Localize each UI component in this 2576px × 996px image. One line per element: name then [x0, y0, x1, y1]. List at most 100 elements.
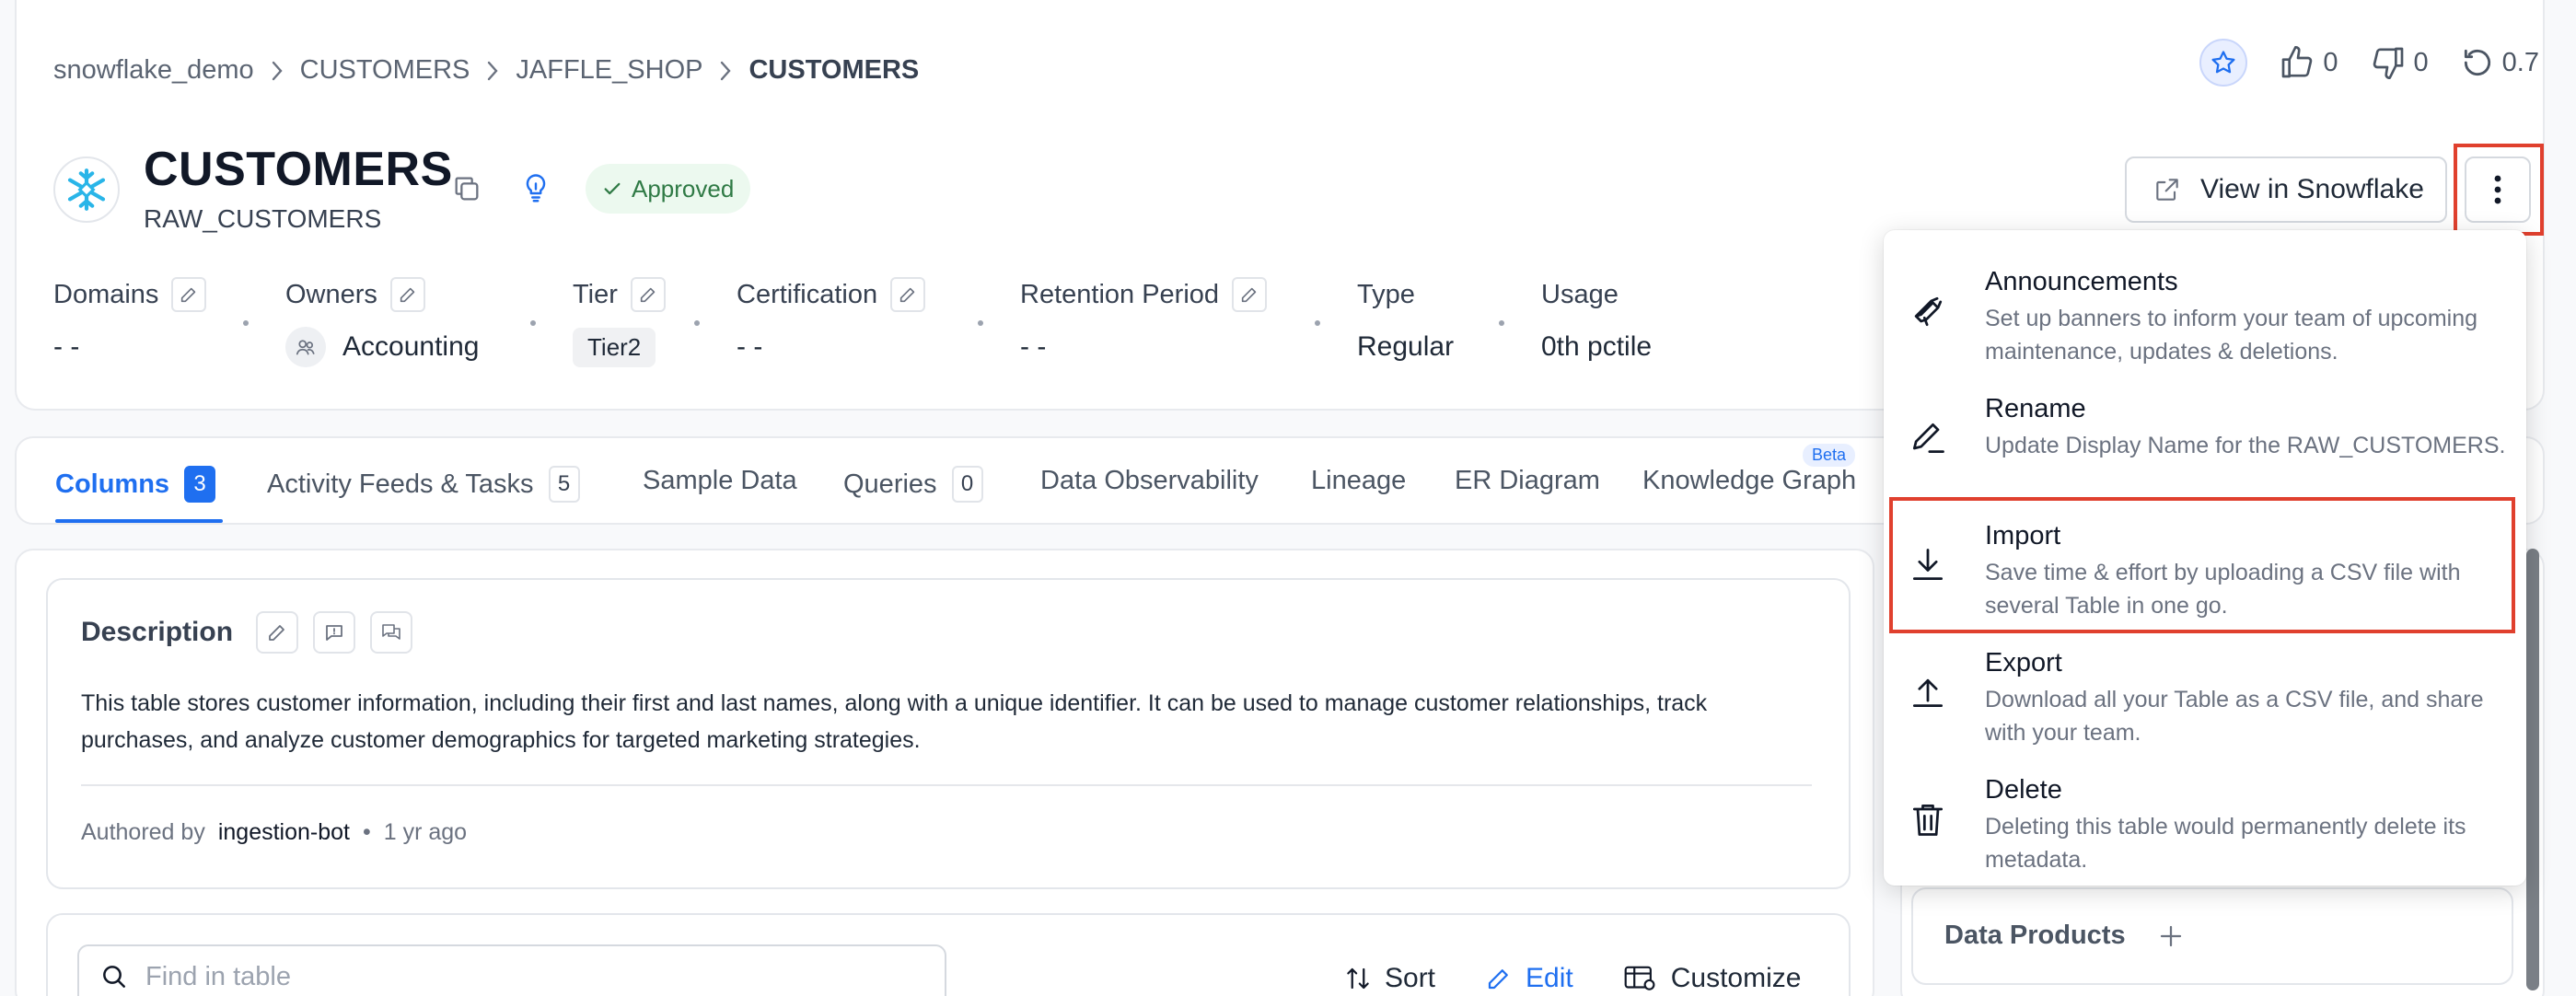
- authored-time: 1 yr ago: [383, 819, 468, 845]
- tab-activity-feeds[interactable]: Activity Feeds & Tasks 5: [267, 466, 580, 503]
- edit-tier-button[interactable]: [630, 277, 666, 312]
- tab-knowledge-graph[interactable]: Knowledge Graph: [1642, 466, 1856, 496]
- tab-lineage[interactable]: Lineage: [1311, 466, 1406, 496]
- tab-label: Activity Feeds & Tasks: [267, 469, 534, 499]
- menu-item-announcements[interactable]: Announcements Set up banners to inform y…: [1884, 241, 2526, 366]
- menu-title: Rename: [1985, 394, 2086, 423]
- entity-properties: Domains - - Owners Accounting Tier Tier2…: [53, 276, 1725, 368]
- edit-description-button[interactable]: [256, 611, 298, 654]
- property-label: Certification: [737, 279, 878, 309]
- menu-item-export[interactable]: Export Download all your Table as a CSV …: [1884, 622, 2526, 747]
- tab-count: 5: [548, 466, 580, 503]
- tab-label: Sample Data: [643, 466, 797, 495]
- property-owners: Owners Accounting: [285, 276, 530, 368]
- request-description-button[interactable]: [313, 611, 355, 654]
- version-number: 0.7: [2501, 47, 2539, 77]
- property-certification: Certification - -: [737, 276, 978, 368]
- data-products-title: Data Products: [1944, 921, 2126, 950]
- tab-label: Lineage: [1311, 466, 1407, 495]
- customize-button[interactable]: Customize: [1623, 963, 1801, 994]
- pencil-icon: [1488, 969, 1508, 990]
- view-in-snowflake-button[interactable]: View in Snowflake: [2125, 156, 2447, 223]
- dislike-button[interactable]: 0: [2370, 44, 2429, 81]
- property-label: Owners: [285, 279, 377, 309]
- like-count: 0: [2323, 47, 2338, 77]
- tab-label: Knowledge Graph: [1642, 466, 1857, 495]
- pencil-icon: [269, 625, 284, 641]
- search-icon: [103, 966, 125, 988]
- separator-dot: [1315, 320, 1320, 326]
- menu-title: Delete: [1985, 775, 2062, 805]
- data-products-header: Data Products: [1944, 921, 2185, 951]
- description-title: Description: [81, 617, 234, 647]
- separator-dot: •: [362, 819, 371, 845]
- tab-columns[interactable]: Columns 3: [55, 466, 216, 503]
- message-question-icon: [326, 625, 342, 641]
- entity-top-actions: 0 0 0.7: [2199, 39, 2539, 87]
- megaphone-icon: [1914, 296, 1943, 327]
- search-placeholder: Find in table: [145, 961, 291, 991]
- tab-sample-data[interactable]: Sample Data: [643, 466, 797, 496]
- trash-icon: [1912, 804, 1944, 836]
- menu-title: Announcements: [1985, 267, 2178, 296]
- menu-description: Update Display Name for the RAW_CUSTOMER…: [1985, 433, 2506, 458]
- description-text: This table stores customer information, …: [81, 690, 1708, 753]
- authored-prefix: Authored by: [81, 819, 205, 845]
- tier-chip[interactable]: Tier2: [573, 327, 656, 367]
- tab-data-observability[interactable]: Data Observability: [1040, 466, 1259, 496]
- scrollbar[interactable]: [2526, 549, 2539, 990]
- tab-label: Queries: [843, 469, 937, 499]
- conversation-button[interactable]: [370, 611, 412, 654]
- tab-queries[interactable]: Queries 0: [843, 466, 983, 503]
- divider: [81, 784, 1812, 786]
- sort-button[interactable]: Sort: [1344, 963, 1435, 994]
- star-icon: [2211, 51, 2235, 74]
- like-button[interactable]: 0: [2279, 44, 2338, 81]
- separator-dot: [978, 320, 983, 326]
- edit-retention-button[interactable]: [1232, 277, 1268, 312]
- table-search-input[interactable]: Find in table: [77, 944, 946, 996]
- pencil-icon: [1912, 423, 1944, 454]
- tab-er-diagram[interactable]: ER Diagram: [1455, 466, 1600, 496]
- sort-label: Sort: [1385, 963, 1436, 993]
- edit-owners-button[interactable]: [389, 277, 425, 312]
- breadcrumb-item-schema[interactable]: JAFFLE_SHOP: [516, 55, 702, 86]
- property-value: - -: [737, 331, 763, 362]
- status-label: Approved: [632, 174, 735, 203]
- version-history-button[interactable]: 0.7: [2460, 45, 2539, 80]
- breadcrumb-item-database[interactable]: CUSTOMERS: [300, 55, 470, 86]
- edit-certification-button[interactable]: [890, 277, 926, 312]
- menu-item-rename[interactable]: Rename Update Display Name for the RAW_C…: [1884, 368, 2526, 493]
- team-icon: [285, 327, 326, 367]
- breadcrumb-item-current: CUSTOMERS: [748, 55, 920, 85]
- property-value: 0th pctile: [1541, 331, 1653, 362]
- copy-icon: [455, 177, 479, 201]
- pencil-icon: [1241, 287, 1257, 303]
- author-name[interactable]: ingestion-bot: [218, 819, 350, 846]
- edit-domains-button[interactable]: [171, 277, 207, 312]
- property-label: Retention Period: [1020, 279, 1220, 309]
- status-badge: Approved: [586, 164, 751, 214]
- owner-name[interactable]: Accounting: [342, 331, 479, 363]
- tab-count: 0: [951, 466, 983, 503]
- chevron-right-icon: [272, 61, 283, 80]
- edit-button[interactable]: Edit: [1485, 963, 1573, 994]
- plus-icon[interactable]: [2157, 922, 2185, 950]
- suggestion-button[interactable]: [519, 171, 552, 204]
- beta-badge: Beta: [1803, 444, 1856, 467]
- tab-count: 3: [184, 466, 216, 503]
- follow-star-button[interactable]: [2199, 39, 2248, 87]
- lightbulb-icon: [526, 174, 546, 203]
- property-tier: Tier Tier2: [573, 276, 694, 368]
- property-label: Type: [1357, 279, 1415, 309]
- breadcrumb-item-service[interactable]: snowflake_demo: [53, 55, 254, 86]
- menu-item-delete[interactable]: Delete Deleting this table would permane…: [1884, 749, 2526, 874]
- property-value: Regular: [1357, 331, 1455, 362]
- property-label: Tier: [573, 279, 618, 309]
- copy-link-button[interactable]: [451, 173, 482, 204]
- import-highlight: [1889, 497, 2515, 633]
- upload-icon: [1912, 678, 1944, 708]
- active-tab-indicator: [55, 519, 223, 523]
- property-value: - -: [53, 331, 80, 362]
- customize-table-icon: [1624, 966, 1655, 990]
